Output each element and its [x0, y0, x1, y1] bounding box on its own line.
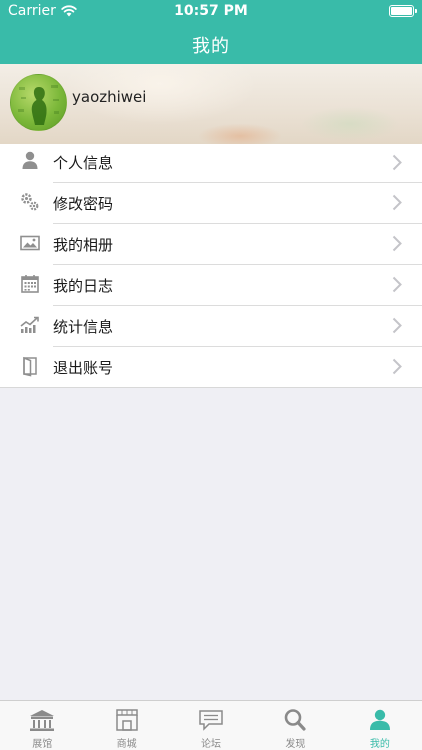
page-title: 我的 [192, 36, 230, 57]
chevron-right-icon [392, 317, 402, 334]
person-icon [22, 151, 38, 169]
top-header: Carrier 10:57 PM 我的 [0, 0, 422, 64]
tab-label: 展馆 [32, 739, 53, 750]
menu-item-profile-info[interactable]: 个人信息 [0, 144, 422, 182]
tab-label: 论坛 [201, 739, 222, 750]
battery-icon [389, 5, 417, 17]
settings-menu: 个人信息 修改密码 我的相册 我的日志 统计信息 退出账号 [0, 144, 422, 388]
chevron-right-icon [392, 358, 402, 375]
pavilion-icon [30, 710, 55, 731]
menu-item-label: 我的日志 [53, 277, 114, 295]
menu-item-my-album[interactable]: 我的相册 [0, 223, 422, 264]
status-time: 10:57 PM [174, 3, 248, 19]
calendar-icon [21, 275, 39, 293]
menu-item-label: 个人信息 [53, 154, 114, 172]
profile-banner[interactable]: yaozhiwei [0, 64, 422, 144]
photo-icon [20, 235, 40, 251]
tab-store[interactable]: 商城 [84, 701, 168, 750]
chat-icon [199, 710, 223, 731]
chevron-right-icon [392, 276, 402, 293]
menu-item-label: 修改密码 [53, 195, 114, 213]
chevron-right-icon [392, 194, 402, 211]
logout-door-icon [23, 356, 37, 377]
username: yaozhiwei [72, 88, 147, 106]
tab-discover[interactable]: 发现 [253, 701, 337, 750]
tab-mine[interactable]: 我的 [338, 701, 422, 750]
tab-forum[interactable]: 论坛 [169, 701, 253, 750]
menu-item-change-password[interactable]: 修改密码 [0, 182, 422, 223]
chevron-right-icon [392, 235, 402, 252]
user-icon [369, 709, 390, 730]
menu-item-logout[interactable]: 退出账号 [0, 346, 422, 387]
avatar-silhouette-icon [18, 85, 59, 125]
store-icon [115, 709, 138, 731]
stats-icon [20, 316, 39, 333]
tab-pavilion[interactable]: 展馆 [0, 701, 84, 750]
tab-bar: 展馆 商城 论坛 发现 我的 [0, 700, 422, 750]
menu-item-statistics[interactable]: 统计信息 [0, 305, 422, 346]
chevron-right-icon [392, 154, 402, 171]
tab-label: 发现 [285, 739, 306, 750]
magnifier-icon [285, 709, 307, 731]
tab-label: 我的 [369, 739, 390, 750]
tab-label: 商城 [116, 739, 137, 750]
menu-item-label: 统计信息 [53, 318, 114, 336]
menu-item-my-diary[interactable]: 我的日志 [0, 264, 422, 305]
menu-item-label: 退出账号 [53, 359, 114, 377]
avatar[interactable] [10, 74, 67, 131]
status-bar: Carrier 10:57 PM [0, 0, 422, 22]
menu-item-label: 我的相册 [53, 236, 114, 254]
gears-icon [21, 193, 39, 211]
